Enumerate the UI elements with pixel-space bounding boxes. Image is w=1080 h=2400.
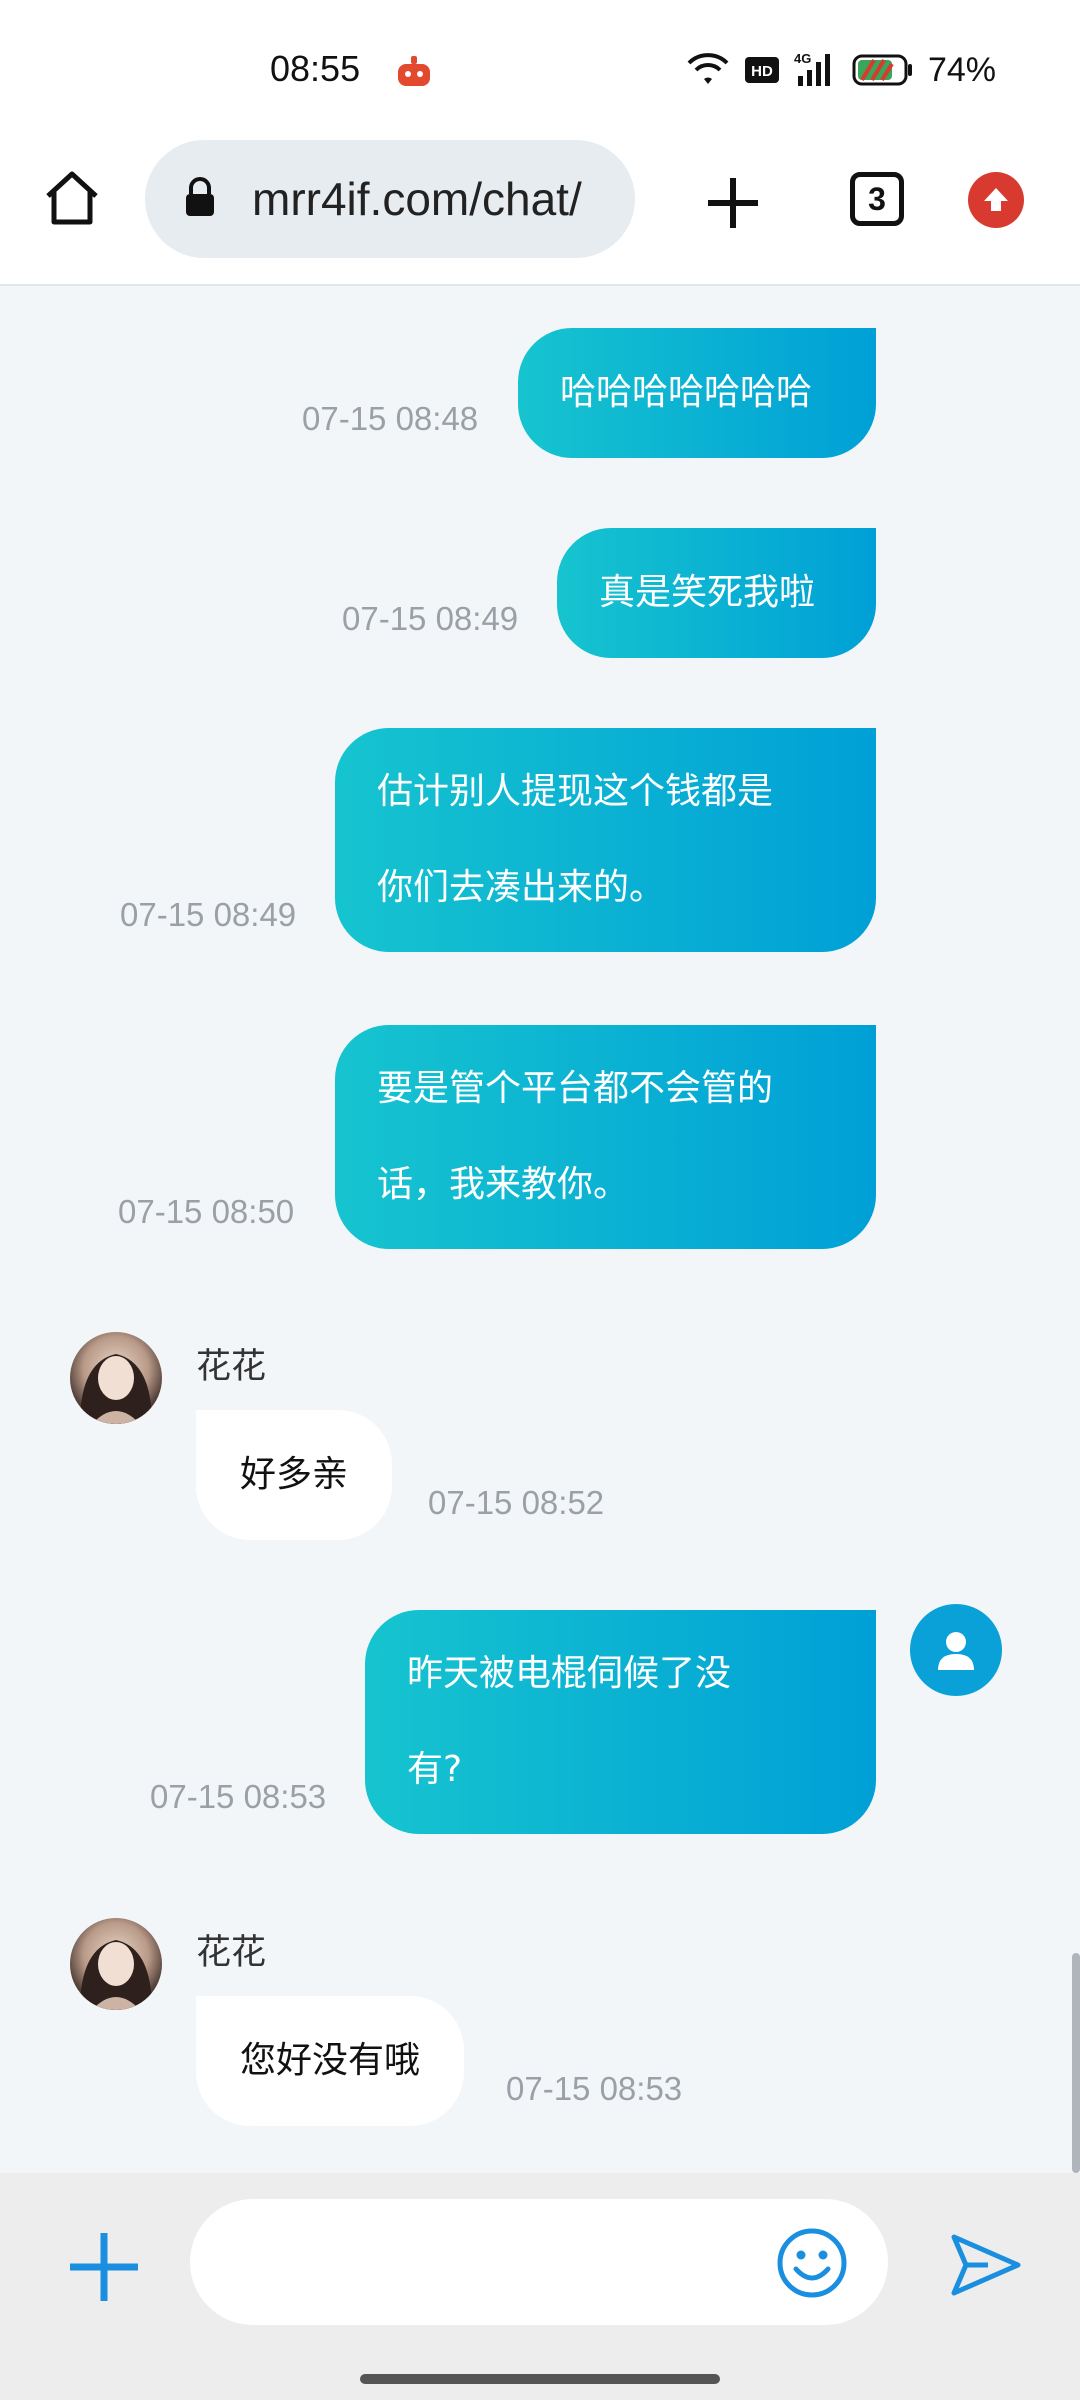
message-bubble-out[interactable]: 真是笑死我啦 xyxy=(557,528,876,658)
tab-count: 3 xyxy=(868,180,886,217)
message-bubble-in[interactable]: 您好没有哦 xyxy=(196,1996,465,2126)
wifi-icon xyxy=(687,53,729,84)
lock-icon xyxy=(186,177,214,216)
contact-avatar-image xyxy=(80,1940,152,2010)
battery-icon xyxy=(852,54,912,86)
update-arrow-icon xyxy=(984,188,1008,211)
message-time: 07-15 08:53 xyxy=(150,1778,327,1815)
message-bubble-out[interactable]: 昨天被电棍伺候了没 有? xyxy=(365,1610,876,1834)
message-input-bar xyxy=(0,2173,1080,2356)
message-time: 07-15 08:49 xyxy=(120,896,297,933)
contact-avatar-image xyxy=(80,1354,152,1424)
update-button[interactable] xyxy=(968,172,1024,228)
message-bubble-in[interactable]: 好多亲 xyxy=(196,1410,393,1540)
self-avatar[interactable] xyxy=(910,1604,1002,1696)
message-time: 07-15 08:52 xyxy=(428,1484,605,1521)
svg-text:HD: HD xyxy=(751,63,773,80)
message-bubble-out[interactable]: 哈哈哈哈哈哈哈 xyxy=(518,328,876,458)
chat-page: 08:55 HD 4G 74% mrr4if.com/chat/ 3 哈哈哈哈哈… xyxy=(0,0,1080,2400)
avatar[interactable] xyxy=(70,1918,162,2010)
plus-icon[interactable] xyxy=(66,2229,142,2305)
user-icon xyxy=(938,1632,974,1670)
status-icons: HD 4G 74% xyxy=(686,50,996,90)
emoji-icon[interactable] xyxy=(774,2225,850,2301)
url-text[interactable]: mrr4if.com/chat/ xyxy=(252,172,582,226)
plus-icon[interactable] xyxy=(700,170,766,236)
address-bar[interactable]: mrr4if.com/chat/ xyxy=(145,140,635,258)
app-notification-icon xyxy=(398,56,430,86)
sender-name: 花花 xyxy=(196,1347,267,1387)
hd-icon: HD xyxy=(744,57,779,83)
battery-percent: 74% xyxy=(927,50,996,89)
message-time: 07-15 08:49 xyxy=(342,600,519,637)
tab-switcher-button[interactable]: 3 xyxy=(850,172,904,226)
message-bubble-out[interactable]: 要是管个平台都不会管的 话，我来教你。 xyxy=(335,1025,876,1249)
message-time: 07-15 08:53 xyxy=(506,2070,683,2107)
browser-toolbar: mrr4if.com/chat/ 3 xyxy=(0,140,1080,286)
chat-messages[interactable]: 哈哈哈哈哈哈哈 07-15 08:48 真是笑死我啦 07-15 08:49 估… xyxy=(0,288,1080,2173)
message-bubble-out[interactable]: 估计别人提现这个钱都是 你们去凑出来的。 xyxy=(335,728,876,952)
home-icon[interactable] xyxy=(40,166,104,230)
sender-name: 花花 xyxy=(196,1933,267,1973)
home-indicator[interactable] xyxy=(360,2374,720,2384)
svg-text:4G: 4G xyxy=(794,51,811,66)
scrollbar[interactable] xyxy=(1072,1953,1080,2173)
status-bar: 08:55 HD 4G 74% xyxy=(0,0,1080,140)
status-time: 08:55 xyxy=(270,48,361,89)
send-icon[interactable] xyxy=(948,2227,1024,2303)
4g-signal-icon: 4G xyxy=(794,51,830,86)
avatar[interactable] xyxy=(70,1332,162,1424)
message-time: 07-15 08:48 xyxy=(302,400,479,437)
message-time: 07-15 08:50 xyxy=(118,1193,295,1230)
system-navigation-bar xyxy=(0,2356,1080,2400)
